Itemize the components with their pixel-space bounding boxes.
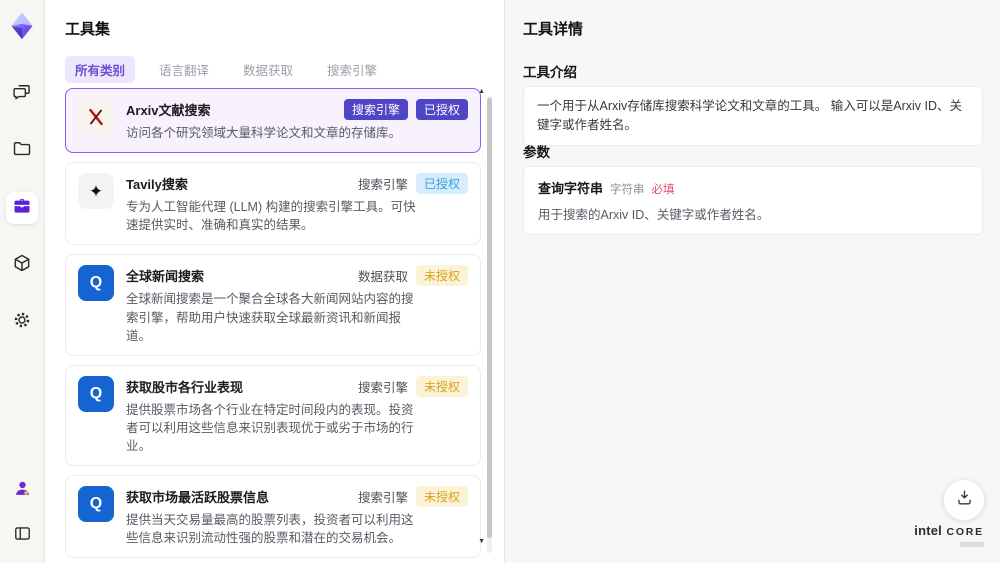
auth-status-badge: 未授权: [415, 265, 468, 287]
auth-status-badge: 已授权: [415, 173, 468, 195]
scroll-up-icon[interactable]: ▲: [478, 88, 485, 95]
page-title: 工具集: [65, 21, 111, 38]
tool-detail-panel: 工具详情 工具介绍 一个用于从Arxiv存储库搜索科学论文和文章的工具。 输入可…: [504, 0, 1000, 563]
tool-card-tavily[interactable]: ✦ Tavily搜索 搜索引擎 已授权 专为人工智能代理 (LLM) 构建的搜索…: [65, 162, 481, 246]
parameter-card: 查询字符串 字符串 必填 用于搜索的Arxiv ID、关键字或作者姓名。: [523, 166, 983, 235]
param-name: 查询字符串: [538, 181, 604, 196]
sidebar-item-toolbox[interactable]: [6, 192, 38, 224]
tool-description: 专为人工智能代理 (LLM) 构建的搜索引擎工具。可快速提供实时、准确和真实的结…: [126, 200, 416, 233]
tab-search-engine[interactable]: 搜索引擎: [317, 56, 387, 83]
category-label: 搜索引擎: [357, 491, 408, 506]
tool-card-arxiv[interactable]: Arxiv文献搜索 搜索引擎 已授权 访问各个研究领域大量科学论文和文章的存储库…: [65, 88, 481, 154]
scroll-down-icon[interactable]: ▼: [478, 538, 485, 545]
category-label: 搜索引擎: [357, 380, 408, 395]
tool-name: 获取市场最活跃股票信息: [126, 490, 270, 506]
tool-list-panel: 工具集 所有类别 语言翻译 数据获取 搜索引擎 Arxiv文献搜索 搜索引擎 已…: [45, 0, 503, 563]
sidebar-item-packages[interactable]: [6, 249, 38, 281]
package-icon: [12, 253, 32, 278]
tool-card-list: Arxiv文献搜索 搜索引擎 已授权 访问各个研究领域大量科学论文和文章的存储库…: [65, 88, 481, 563]
tool-description: 全球新闻搜索是一个聚合全球各大新闻网站内容的搜索引擎，帮助用户快速获取全球最新资…: [126, 292, 414, 343]
detail-title: 工具详情: [523, 21, 584, 38]
auth-status-badge: 未授权: [415, 375, 468, 397]
arxiv-logo-icon: [78, 99, 114, 135]
brand-intel-text: intel: [914, 523, 942, 538]
param-required-flag: 必填: [651, 184, 675, 196]
param-type: 字符串: [610, 184, 645, 196]
auth-status-badge: 未授权: [415, 486, 468, 508]
tab-all-categories[interactable]: 所有类别: [65, 56, 136, 83]
download-button[interactable]: [943, 479, 985, 521]
folder-icon: [12, 139, 32, 164]
tool-description: 访问各个研究领域大量科学论文和文章的存储库。: [126, 126, 402, 140]
tab-data-fetch[interactable]: 数据获取: [233, 56, 303, 83]
tool-description: 提供当天交易量最高的股票列表，投资者可以利用这些信息来识别流动性强的股票和潜在的…: [126, 513, 414, 546]
category-label: 搜索引擎: [357, 178, 408, 193]
intel-core-logo: intel core: [914, 522, 984, 547]
sidebar-item-settings[interactable]: [6, 306, 38, 338]
scrollbar-thumb[interactable]: [487, 98, 492, 538]
chat-icon: [12, 82, 32, 107]
param-description: 用于搜索的Arxiv ID、关键字或作者姓名。: [538, 208, 770, 222]
news-q-logo-icon: Q: [78, 486, 114, 523]
tool-name: 全球新闻搜索: [126, 269, 205, 285]
brand-core-text: core: [946, 526, 984, 538]
category-label: 数据获取: [357, 270, 408, 285]
user-avatar[interactable]: [6, 472, 38, 504]
list-scrollbar[interactable]: [487, 96, 492, 553]
news-q-logo-icon: Q: [78, 375, 114, 412]
news-q-logo-icon: Q: [78, 265, 114, 302]
sidebar-item-files[interactable]: [6, 135, 38, 167]
sidebar-item-chat[interactable]: [6, 78, 38, 110]
tool-intro-card: 一个用于从Arxiv存储库搜索科学论文和文章的工具。 输入可以是Arxiv ID…: [523, 86, 983, 146]
intro-heading: 工具介绍: [523, 65, 577, 80]
params-heading: 参数: [523, 145, 550, 160]
auth-status-badge: 已授权: [415, 99, 468, 120]
category-badge: 搜索引擎: [343, 99, 408, 120]
toolbox-icon: [12, 196, 32, 221]
left-sidebar: [0, 0, 45, 563]
tool-description: 提供股票市场各个行业在特定时间段内的表现。投资者可以利用这些信息来识别表现优于或…: [126, 402, 414, 453]
app-logo-icon: [7, 10, 37, 42]
tool-name: 获取股市各行业表现: [126, 379, 244, 395]
tool-card-global-news[interactable]: Q 全球新闻搜索 数据获取 未授权 全球新闻搜索是一个聚合全球各大新闻网站内容的…: [65, 254, 481, 356]
collapse-sidebar-icon[interactable]: [6, 517, 38, 549]
tool-card-sector-performance[interactable]: Q 获取股市各行业表现 搜索引擎 未授权 提供股票市场各个行业在特定时间段内的表…: [65, 364, 481, 467]
tab-language-translation[interactable]: 语言翻译: [149, 56, 219, 83]
download-icon: [955, 488, 974, 512]
brand-sub-mark: [960, 542, 984, 547]
tool-name: Tavily搜索: [126, 177, 188, 193]
gear-icon: [12, 310, 32, 335]
category-tabs: 所有类别 语言翻译 数据获取 搜索引擎: [65, 56, 387, 83]
tool-intro-text: 一个用于从Arxiv存储库搜索科学论文和文章的工具。 输入可以是Arxiv ID…: [537, 99, 963, 132]
tool-card-active-stocks[interactable]: Q 获取市场最活跃股票信息 搜索引擎 未授权 提供当天交易量最高的股票列表，投资…: [65, 475, 481, 559]
tavily-star-icon: ✦: [78, 173, 114, 210]
tool-name: Arxiv文献搜索: [126, 103, 211, 118]
